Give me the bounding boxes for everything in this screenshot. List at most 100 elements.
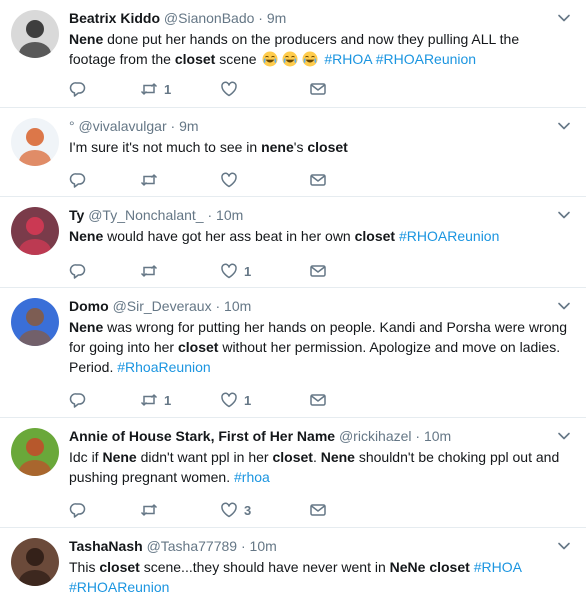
retweet-action[interactable] [140, 262, 164, 280]
mail-icon[interactable] [309, 171, 327, 189]
like-action[interactable]: 3 [220, 501, 251, 519]
like-action[interactable] [220, 80, 244, 98]
highlighted-keyword: closet [177, 339, 219, 355]
reply-action[interactable] [69, 501, 87, 519]
reply-action[interactable] [69, 171, 87, 189]
mail-icon[interactable] [309, 501, 327, 519]
tweet-text-segment: would have got her ass beat in her own [103, 228, 355, 244]
retweet-icon[interactable] [140, 391, 158, 409]
user-handle[interactable]: @Ty_Nonchalant_ [88, 207, 203, 223]
like-action[interactable] [220, 171, 244, 189]
avatar[interactable] [11, 538, 59, 586]
user-fullname[interactable]: Ty [69, 207, 84, 223]
timestamp[interactable]: 10m [224, 298, 251, 314]
highlighted-keyword: NeNe [389, 559, 426, 575]
tweet-text: Nene would have got her ass beat in her … [69, 226, 568, 246]
mail-icon[interactable] [309, 262, 327, 280]
hashtag-link[interactable]: #RhoaReunion [117, 359, 210, 375]
avatar[interactable] [11, 298, 59, 346]
chevron-down-icon[interactable] [557, 208, 571, 222]
face-with-tears-of-joy-icon [260, 51, 280, 67]
retweet-action[interactable] [140, 501, 164, 519]
highlighted-keyword: Nene [69, 31, 104, 47]
separator: · [254, 10, 267, 26]
mail-icon[interactable] [309, 391, 327, 409]
hashtag-link[interactable]: #RHOA [324, 51, 371, 67]
tweet-header: Annie of House Stark, First of Her Name … [69, 427, 571, 445]
timestamp[interactable]: 10m [250, 538, 277, 554]
timestamp[interactable]: 10m [216, 207, 243, 223]
avatar[interactable] [11, 207, 59, 255]
heart-icon[interactable] [220, 501, 238, 519]
tweet[interactable]: Domo @Sir_Deveraux · 10m Nene was wrong … [0, 288, 586, 418]
avatar[interactable] [11, 428, 59, 476]
retweet-action[interactable]: 1 [140, 391, 171, 409]
highlighted-keyword: Nene [69, 228, 104, 244]
dm-action[interactable] [309, 262, 327, 280]
hashtag-link[interactable]: #RHOAReunion [376, 51, 476, 67]
heart-icon[interactable] [220, 262, 238, 280]
hashtag-link[interactable]: #rhoa [234, 469, 270, 485]
heart-icon[interactable] [220, 80, 238, 98]
user-handle[interactable]: ° @vivalavulgar [69, 118, 167, 134]
chevron-down-icon[interactable] [557, 429, 571, 443]
highlighted-keyword: closet [429, 559, 470, 575]
reply-action[interactable] [69, 80, 87, 98]
user-fullname[interactable]: TashaNash [69, 538, 143, 554]
hashtag-link[interactable]: #RHOAReunion [399, 228, 499, 244]
chevron-down-icon[interactable] [557, 119, 571, 133]
user-fullname[interactable]: Domo [69, 298, 109, 314]
timestamp[interactable]: 9m [179, 118, 198, 134]
timestamp[interactable]: 9m [267, 10, 286, 26]
retweet-icon[interactable] [140, 501, 158, 519]
reply-action[interactable] [69, 262, 87, 280]
avatar[interactable] [11, 118, 59, 166]
user-handle[interactable]: @Sir_Deveraux [113, 298, 212, 314]
timestamp[interactable]: 10m [424, 428, 451, 444]
reply-action[interactable] [69, 391, 87, 409]
chevron-down-icon[interactable] [557, 299, 571, 313]
retweet-action[interactable] [140, 171, 164, 189]
reply-icon[interactable] [69, 171, 87, 189]
tweet[interactable]: TashaNash @Tasha77789 · 10m This closet … [0, 528, 586, 604]
dm-action[interactable] [309, 80, 327, 98]
tweet[interactable]: ° @vivalavulgar · 9m I'm sure it's not m… [0, 108, 586, 197]
hashtag-link[interactable]: #RHOAReunion [69, 579, 169, 595]
heart-icon[interactable] [220, 391, 238, 409]
chevron-down-icon[interactable] [557, 539, 571, 553]
retweet-icon[interactable] [140, 262, 158, 280]
avatar[interactable] [11, 10, 59, 58]
tweet[interactable]: Annie of House Stark, First of Her Name … [0, 418, 586, 528]
retweet-action[interactable]: 1 [140, 80, 171, 98]
tweet-content: Domo @Sir_Deveraux · 10m Nene was wrong … [69, 297, 571, 377]
user-fullname[interactable]: Beatrix Kiddo [69, 10, 160, 26]
like-count: 1 [244, 263, 252, 279]
user-fullname[interactable]: Annie of House Stark, First of Her Name [69, 428, 335, 444]
separator: · [203, 207, 217, 223]
heart-icon[interactable] [220, 171, 238, 189]
tweet-header: Domo @Sir_Deveraux · 10m [69, 297, 571, 315]
hashtag-link[interactable]: #RHOA [474, 559, 521, 575]
reply-icon[interactable] [69, 391, 87, 409]
user-handle[interactable]: @SianonBado [164, 10, 255, 26]
highlighted-keyword: closet [174, 51, 216, 67]
retweet-icon[interactable] [140, 171, 158, 189]
reply-icon[interactable] [69, 501, 87, 519]
user-handle[interactable]: @rickihazel [339, 428, 412, 444]
like-action[interactable]: 1 [220, 262, 251, 280]
chevron-down-icon[interactable] [557, 11, 571, 25]
tweet-text: This closet scene...they should have nev… [69, 557, 568, 597]
user-handle[interactable]: @Tasha77789 [147, 538, 238, 554]
dm-action[interactable] [309, 391, 327, 409]
reply-icon[interactable] [69, 262, 87, 280]
reply-icon[interactable] [69, 80, 87, 98]
tweet[interactable]: Ty @Ty_Nonchalant_ · 10m Nene would have… [0, 197, 586, 288]
separator: · [411, 428, 424, 444]
retweet-icon[interactable] [140, 80, 158, 98]
tweet-text: Nene done put her hands on the producers… [69, 29, 568, 69]
tweet[interactable]: Beatrix Kiddo @SianonBado · 9m Nene done… [0, 0, 586, 108]
like-action[interactable]: 1 [220, 391, 251, 409]
dm-action[interactable] [309, 501, 327, 519]
mail-icon[interactable] [309, 80, 327, 98]
dm-action[interactable] [309, 171, 327, 189]
